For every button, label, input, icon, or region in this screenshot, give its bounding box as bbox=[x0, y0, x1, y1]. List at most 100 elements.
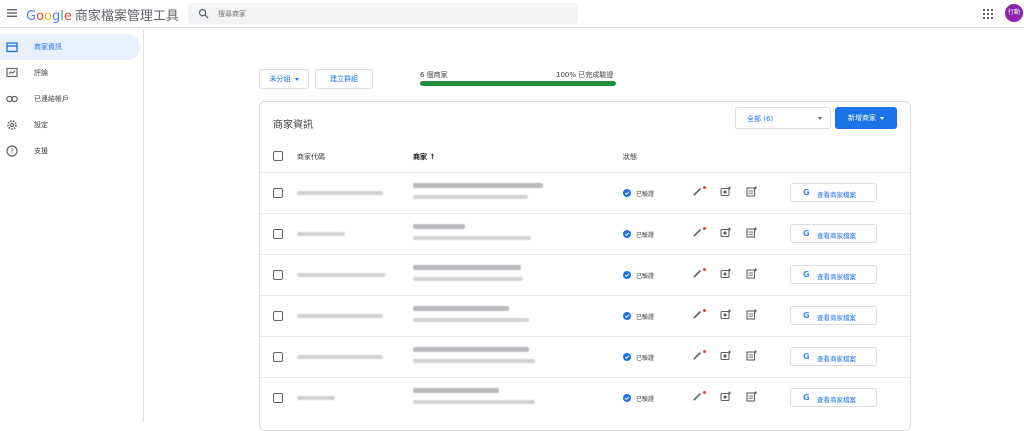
add-photo-icon[interactable] bbox=[720, 227, 731, 238]
sidebar-item-settings[interactable]: 設定 bbox=[0, 112, 140, 138]
add-photo-icon[interactable] bbox=[720, 391, 731, 402]
edit-pencil-icon[interactable] bbox=[692, 350, 703, 361]
view-business-profile-label: 查看商家檔案 bbox=[817, 273, 856, 281]
status-label: 已驗證 bbox=[636, 314, 655, 321]
add-photo-icon[interactable] bbox=[720, 309, 731, 320]
verified-check-icon bbox=[623, 353, 631, 361]
product-name: 商家檔案管理工具 bbox=[74, 9, 179, 24]
view-business-profile-button[interactable]: G 查看商家檔案 bbox=[790, 388, 877, 407]
verified-check-icon bbox=[623, 271, 631, 279]
edit-pencil-icon[interactable] bbox=[692, 186, 703, 197]
redacted-business-name bbox=[413, 347, 529, 352]
account-avatar[interactable]: 行動 bbox=[1005, 4, 1023, 22]
redacted-business-name bbox=[413, 306, 509, 311]
row-checkbox[interactable] bbox=[273, 188, 283, 198]
reviews-icon bbox=[6, 67, 18, 78]
add-business-label: 新增商家 bbox=[848, 114, 876, 122]
attention-dot-icon bbox=[703, 350, 706, 353]
chevron-down-icon bbox=[294, 77, 299, 81]
row-checkbox[interactable] bbox=[273, 229, 283, 239]
add-post-icon[interactable] bbox=[746, 350, 757, 361]
table-row[interactable]: 已驗證 G 查看商家檔案 bbox=[260, 336, 910, 377]
redacted-business-address bbox=[413, 195, 528, 199]
column-header-code[interactable]: 商家代碼 bbox=[297, 152, 325, 162]
group-select[interactable]: 未分組 bbox=[259, 69, 309, 89]
view-business-profile-button[interactable]: G 查看商家檔案 bbox=[790, 183, 877, 202]
table-row[interactable]: 已驗證 G 查看商家檔案 bbox=[260, 254, 910, 295]
table-row[interactable]: 已驗證 G 查看商家檔案 bbox=[260, 213, 910, 254]
sidebar-item-label: 支援 bbox=[34, 147, 48, 155]
view-business-profile-label: 查看商家檔案 bbox=[817, 396, 856, 404]
storefront-icon bbox=[6, 42, 18, 53]
attention-dot-icon bbox=[703, 268, 706, 271]
gear-icon bbox=[7, 120, 17, 130]
redacted-business-address bbox=[413, 236, 531, 240]
redacted-store-code bbox=[297, 314, 383, 318]
attention-dot-icon bbox=[703, 391, 706, 394]
attention-dot-icon bbox=[703, 227, 706, 230]
product-logo[interactable]: Google 商家檔案管理工具 bbox=[26, 5, 179, 24]
row-checkbox[interactable] bbox=[273, 352, 283, 362]
add-post-icon[interactable] bbox=[746, 391, 757, 402]
add-post-icon[interactable] bbox=[746, 186, 757, 197]
create-group-button[interactable]: 建立群組 bbox=[315, 69, 373, 89]
sidebar-item-label: 商家資訊 bbox=[34, 43, 62, 51]
status-filter-select[interactable]: 全部 (6) bbox=[735, 107, 831, 129]
apps-grid-icon[interactable] bbox=[983, 9, 993, 19]
view-business-profile-label: 查看商家檔案 bbox=[817, 314, 856, 322]
edit-pencil-icon[interactable] bbox=[692, 309, 703, 320]
table-row[interactable]: 已驗證 G 查看商家檔案 bbox=[260, 295, 910, 336]
google-g-icon: G bbox=[803, 352, 810, 361]
add-photo-icon[interactable] bbox=[720, 186, 731, 197]
sidebar-item-linked-accounts[interactable]: 已連結帳戶 bbox=[0, 86, 140, 112]
redacted-store-code bbox=[297, 355, 383, 359]
google-g-icon: G bbox=[803, 229, 810, 238]
edit-pencil-icon[interactable] bbox=[692, 268, 703, 279]
add-business-button[interactable]: 新增商家 bbox=[835, 107, 897, 129]
sidebar-item-support[interactable]: ? 支援 bbox=[0, 138, 140, 164]
redacted-business-address bbox=[413, 318, 529, 322]
view-business-profile-button[interactable]: G 查看商家檔案 bbox=[790, 347, 877, 366]
add-post-icon[interactable] bbox=[746, 309, 757, 320]
row-checkbox[interactable] bbox=[273, 270, 283, 280]
help-icon: ? bbox=[6, 145, 18, 157]
sidebar-item-reviews[interactable]: 評論 bbox=[0, 60, 140, 86]
view-business-profile-button[interactable]: G 查看商家檔案 bbox=[790, 306, 877, 325]
top-app-bar: Google商家檔案管理工具 行動 bbox=[0, 0, 1024, 28]
view-business-profile-button[interactable]: G 查看商家檔案 bbox=[790, 265, 877, 284]
table-row[interactable]: 已驗證 G 查看商家檔案 bbox=[260, 377, 910, 418]
google-g-icon: G bbox=[803, 393, 810, 402]
add-photo-icon[interactable] bbox=[720, 350, 731, 361]
edit-pencil-icon[interactable] bbox=[692, 227, 703, 238]
row-checkbox[interactable] bbox=[273, 311, 283, 321]
google-g-icon: G bbox=[803, 311, 810, 320]
card-title: 商家資訊 bbox=[273, 120, 313, 131]
redacted-store-code bbox=[297, 396, 335, 400]
select-all-checkbox[interactable] bbox=[273, 151, 283, 161]
column-header-status[interactable]: 狀態 bbox=[623, 152, 637, 162]
add-photo-icon[interactable] bbox=[720, 268, 731, 279]
chevron-down-icon bbox=[818, 117, 822, 120]
table-row[interactable]: 已驗證 G 查看商家檔案 bbox=[260, 172, 910, 213]
edit-pencil-icon[interactable] bbox=[692, 391, 703, 402]
view-business-profile-label: 查看商家檔案 bbox=[817, 191, 856, 199]
column-header-business[interactable]: 商家 ↑ bbox=[413, 152, 435, 162]
menu-icon[interactable] bbox=[6, 7, 18, 19]
sidebar-item-business-info[interactable]: 商家資訊 bbox=[0, 34, 140, 60]
verification-percent: 100% 已完成驗證 bbox=[556, 71, 614, 79]
verified-check-icon bbox=[623, 312, 631, 320]
view-business-profile-button[interactable]: G 查看商家檔案 bbox=[790, 224, 877, 243]
redacted-business-address bbox=[413, 277, 523, 281]
google-g-icon: G bbox=[803, 270, 810, 279]
sidebar: 商家資訊 評論 已連結帳戶 設定 ? 支援 bbox=[0, 30, 144, 422]
redacted-business-address bbox=[413, 400, 535, 404]
business-info-card: 商家資訊 全部 (6) 新增商家 商家代碼 商家 ↑ 狀態 已驗證 G 查看商家… bbox=[259, 101, 911, 431]
add-post-icon[interactable] bbox=[746, 268, 757, 279]
verification-progress bbox=[420, 81, 616, 86]
search-input[interactable] bbox=[218, 6, 558, 21]
sort-arrow-icon: ↑ bbox=[429, 153, 436, 161]
search-bar[interactable] bbox=[188, 3, 578, 24]
google-g-icon: G bbox=[803, 188, 810, 197]
add-post-icon[interactable] bbox=[746, 227, 757, 238]
row-checkbox[interactable] bbox=[273, 393, 283, 403]
